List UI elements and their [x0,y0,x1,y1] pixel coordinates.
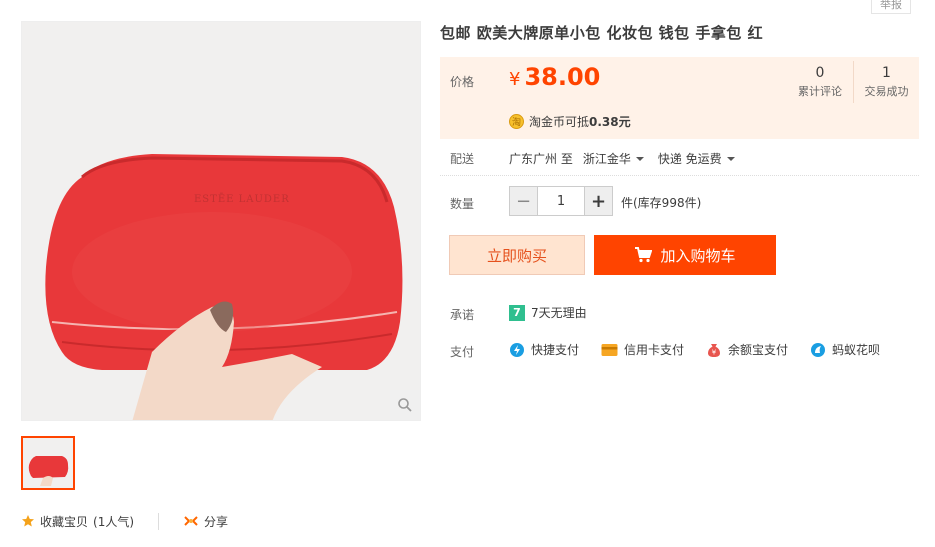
coin-amount: 0.38元 [589,115,631,129]
payment-method-label: 信用卡支付 [624,343,685,357]
share-icon [184,516,198,526]
coin-row: 淘 淘金币可抵 0.38元 [509,113,631,130]
delivery-row: 配送 广东广州 至 浙江金华 快递 免运费 [440,140,919,176]
main-product-image: ESTĒE LAUDER [21,21,421,421]
promise-text[interactable]: 7天无理由 [531,304,587,321]
social-bar: 收藏宝贝 (1人气) 分享 [21,511,228,531]
payment-row: 支付 快捷支付 信用卡支付 ¥ 余额宝支付 蚂蚁花呗 [440,341,919,361]
favorite-label: 收藏宝贝 [40,514,89,529]
share-label: 分享 [204,514,229,529]
chevron-down-icon [726,156,735,161]
stat-label: 累计评论 [798,85,842,98]
add-to-cart-button[interactable]: 加入购物车 [594,235,776,275]
stat-count: 0 [815,65,825,81]
coin-icon: 淘 [509,114,524,129]
shipping-method-dropdown[interactable]: 快递 免运费 [658,150,735,167]
destination-dropdown[interactable]: 浙江金华 [583,150,644,167]
delivery-label: 配送 [450,152,475,166]
product-photo [22,22,420,420]
yuebao-icon: ¥ [708,343,721,357]
destination-value: 浙江金华 [582,152,631,166]
brand-watermark-text: ESTĒE LAUDER [194,194,290,205]
payment-method-label: 余额宝支付 [728,343,789,357]
credit-card-icon [601,343,618,356]
coin-text: 淘金币可抵 [529,115,590,129]
buy-now-label: 立即购买 [486,246,547,265]
payment-method-label: 蚂蚁花呗 [832,343,881,357]
payment-label: 支付 [450,345,475,359]
svg-text:¥: ¥ [712,348,717,356]
promise-label: 承诺 [450,308,475,322]
thumbnail-1[interactable] [21,436,75,490]
share-button[interactable]: 分享 [183,513,228,530]
zoom-button[interactable] [390,390,420,420]
price-panel: 价格 ¥ 38.00 0 累计评论 1 交易成功 淘 淘金币可抵 0.38元 [440,57,919,139]
add-cart-label: 加入购物车 [660,246,736,265]
favorite-count: (1人气) [93,514,135,529]
buy-now-button[interactable]: 立即购买 [449,235,585,275]
thumbnail-image [25,440,71,486]
quantity-stepper: − + [509,186,613,216]
currency-symbol: ¥ [509,69,521,90]
stat-reviews[interactable]: 0 累计评论 [787,61,853,103]
payment-credit-card[interactable]: 信用卡支付 [601,341,684,358]
quantity-input[interactable] [537,187,585,215]
price-label: 价格 [450,75,475,89]
quantity-row: 数量 − + 件(库存998件) [440,186,919,216]
star-icon [22,515,34,527]
favorite-button[interactable]: 收藏宝贝 (1人气) [21,512,160,530]
delivery-from: 广东广州 至 [509,152,573,166]
payment-quick[interactable]: 快捷支付 [509,341,579,358]
payment-yuebao[interactable]: ¥ 余额宝支付 [706,341,788,358]
quick-pay-icon [510,342,524,357]
promise-row: 承诺 7 7天无理由 [440,304,919,324]
stat-label: 交易成功 [864,85,909,98]
stats-box: 0 累计评论 1 交易成功 [787,61,919,103]
magnifier-icon [398,398,412,412]
seven-day-return-icon: 7 [509,304,525,321]
stock-text: 件(库存998件) [621,196,702,210]
payment-huabei[interactable]: 蚂蚁花呗 [810,341,880,358]
payment-method-label: 快捷支付 [531,343,580,357]
decrease-button[interactable]: − [510,187,537,215]
increase-button[interactable]: + [585,187,612,215]
quantity-label: 数量 [450,197,475,211]
cart-icon [635,247,653,263]
report-link[interactable]: 举报 [871,0,911,14]
price-value: ¥ 38.00 [509,63,600,91]
svg-text:淘: 淘 [512,116,521,128]
stat-count: 1 [882,65,891,81]
chevron-down-icon [635,156,644,161]
shipping-method-value: 快递 免运费 [657,152,722,166]
huabei-icon [811,342,826,357]
price-amount: 38.00 [524,63,601,91]
stat-sales[interactable]: 1 交易成功 [853,61,919,103]
product-title: 包邮 欧美大牌原单小包 化妆包 钱包 手拿包 红 [440,24,764,42]
